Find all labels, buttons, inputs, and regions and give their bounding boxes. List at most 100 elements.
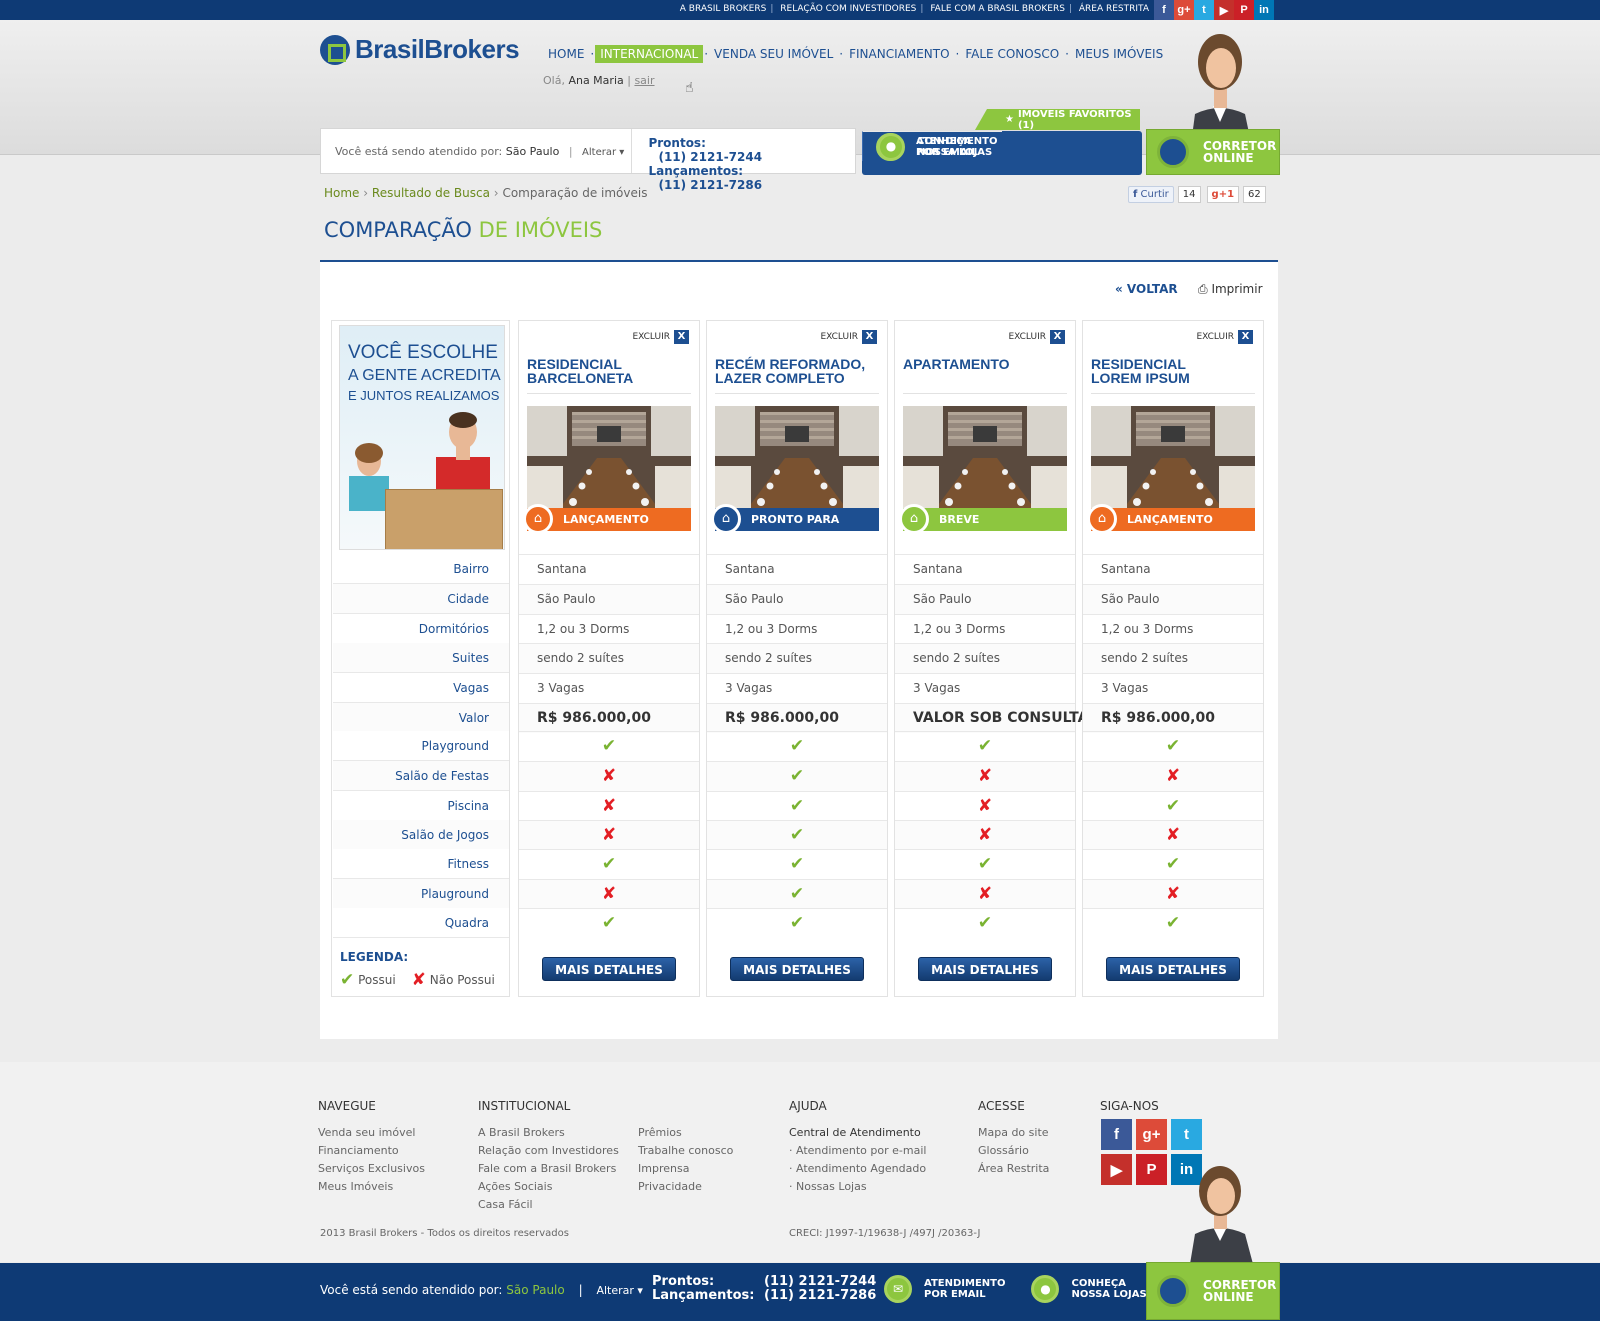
feature-cell: ✘ bbox=[519, 820, 699, 850]
print-button[interactable]: ⎙ Imprimir bbox=[1198, 282, 1263, 297]
footer-link[interactable]: Meus Imóveis bbox=[318, 1178, 425, 1196]
stores-button[interactable]: ● CONHEÇA NOSSA LOJAS bbox=[862, 131, 1002, 161]
favorites-tab[interactable]: ★ IMÓVEIS FAVORITOS (1) bbox=[975, 109, 1140, 130]
logout-link[interactable]: sair bbox=[634, 74, 654, 87]
footer-link[interactable]: Área Restrita bbox=[978, 1160, 1049, 1178]
property-vagas: 3 Vagas bbox=[895, 673, 1075, 703]
separator: · bbox=[955, 47, 960, 61]
more-details-button[interactable]: MAIS DETALHES bbox=[730, 957, 864, 981]
footer-link[interactable]: · Nossas Lojas bbox=[789, 1178, 926, 1196]
row-label: Cidade bbox=[333, 584, 509, 614]
footer-link[interactable]: Venda seu imóvel bbox=[318, 1124, 425, 1142]
top-link-contact[interactable]: FALE COM A BRASIL BROKERS bbox=[930, 4, 1065, 14]
twitter-icon[interactable]: t bbox=[1171, 1119, 1202, 1150]
feature-cell: ✔ bbox=[707, 820, 887, 850]
footer-link[interactable]: Prêmios bbox=[638, 1124, 733, 1142]
footer-link[interactable]: · Atendimento por e-mail bbox=[789, 1142, 926, 1160]
footer-link[interactable]: Fale com a Brasil Brokers bbox=[478, 1160, 638, 1178]
brasil-brokers-logo[interactable]: BrasilBrokers bbox=[320, 34, 520, 65]
exclude-button[interactable]: EXCLUIR X bbox=[1008, 330, 1065, 344]
top-link-brasil-brokers[interactable]: A BRASIL BROKERS bbox=[680, 4, 767, 14]
footer-link[interactable]: Financiamento bbox=[318, 1142, 425, 1160]
google-plus-icon[interactable]: g+ bbox=[1174, 0, 1194, 20]
top-link-investors[interactable]: RELAÇÃO COM INVESTIDORES bbox=[780, 4, 916, 14]
property-bairro: Santana bbox=[519, 554, 699, 584]
facebook-like-button[interactable]: f Curtir bbox=[1128, 186, 1174, 203]
linkedin-icon[interactable]: in bbox=[1254, 0, 1274, 20]
footer-link[interactable]: Privacidade bbox=[638, 1178, 733, 1196]
more-details-button[interactable]: MAIS DETALHES bbox=[1106, 957, 1240, 981]
logo-text-part2: Brokers bbox=[424, 34, 520, 64]
google-plus-button[interactable]: g+1 bbox=[1206, 186, 1240, 203]
row-label: Piscina bbox=[333, 791, 509, 821]
property-vagas: 3 Vagas bbox=[707, 673, 887, 703]
prontos-label: Prontos: bbox=[652, 1274, 715, 1289]
nav-fale-conosco[interactable]: FALE CONOSCO bbox=[960, 45, 1064, 63]
youtube-icon[interactable]: ▶ bbox=[1101, 1154, 1132, 1185]
check-icon: ✔ bbox=[340, 970, 355, 990]
page-title-highlight: DE IMÓVEIS bbox=[478, 218, 603, 242]
breadcrumb-home[interactable]: Home bbox=[324, 186, 359, 200]
footer-link[interactable]: Central de Atendimento bbox=[789, 1124, 926, 1142]
check-icon: ✔ bbox=[977, 913, 993, 933]
footer-link[interactable]: Casa Fácil bbox=[478, 1196, 638, 1214]
pinterest-icon[interactable]: P bbox=[1234, 0, 1254, 20]
footer-link[interactable]: A Brasil Brokers bbox=[478, 1124, 638, 1142]
more-details-button[interactable]: MAIS DETALHES bbox=[542, 957, 676, 981]
property-vagas: 3 Vagas bbox=[519, 673, 699, 703]
property-photo[interactable] bbox=[527, 406, 691, 512]
back-link[interactable]: « VOLTAR bbox=[1115, 282, 1178, 296]
change-city-dropdown[interactable]: Alterar ▾ bbox=[582, 147, 624, 158]
row-label: Dormitórios bbox=[333, 614, 509, 644]
online-broker-button[interactable]: CORRETOR ONLINE bbox=[1146, 129, 1280, 175]
footer-link[interactable]: Mapa do site bbox=[978, 1124, 1049, 1142]
footer-link[interactable]: Imprensa bbox=[638, 1160, 733, 1178]
more-details-button[interactable]: MAIS DETALHES bbox=[918, 957, 1052, 981]
property-photo[interactable] bbox=[715, 406, 879, 512]
exclude-button[interactable]: EXCLUIR X bbox=[632, 330, 689, 344]
close-icon: X bbox=[1050, 330, 1065, 344]
promo-banner[interactable]: VOCÊ ESCOLHE A GENTE ACREDITA E JUNTOS R… bbox=[339, 325, 505, 550]
property-valor: R$ 986.000,00 bbox=[707, 703, 887, 733]
property-suites: sendo 2 suítes bbox=[895, 643, 1075, 673]
online-broker-button[interactable]: CORRETOR ONLINE bbox=[1146, 1262, 1280, 1320]
exclude-button[interactable]: EXCLUIR X bbox=[1196, 330, 1253, 344]
property-photo[interactable] bbox=[903, 406, 1067, 512]
footer-link[interactable]: · Atendimento Agendado bbox=[789, 1160, 926, 1178]
nav-home[interactable]: HOME bbox=[543, 45, 589, 63]
email-support-button[interactable]: ✉ ATENDIMENTOPOR EMAIL bbox=[884, 1275, 1005, 1303]
facebook-icon[interactable]: f bbox=[1101, 1119, 1132, 1150]
check-icon: ✔ bbox=[977, 854, 993, 874]
pinterest-icon[interactable]: P bbox=[1136, 1154, 1167, 1185]
twitter-icon[interactable]: t bbox=[1194, 0, 1214, 20]
footer-link[interactable]: Trabalhe conosco bbox=[638, 1142, 733, 1160]
property-photo[interactable] bbox=[1091, 406, 1255, 512]
change-city-dropdown[interactable]: Alterar ▾ bbox=[596, 1284, 642, 1297]
service-city-info: Você está sendo atendido por: São Paulo … bbox=[321, 145, 631, 158]
feature-cell: ✔ bbox=[895, 731, 1075, 761]
feature-cell: ✔ bbox=[707, 761, 887, 791]
feature-cell: ✔ bbox=[1083, 791, 1263, 821]
nav-internacional[interactable]: INTERNACIONAL bbox=[595, 45, 704, 63]
footer-link[interactable]: Ações Sociais bbox=[478, 1178, 638, 1196]
exclude-button[interactable]: EXCLUIR X bbox=[820, 330, 877, 344]
legend-yes: Possui bbox=[358, 973, 396, 987]
top-link-restricted-area[interactable]: ÁREA RESTRITA bbox=[1079, 4, 1149, 14]
stores-button[interactable]: ● CONHEÇA NOSSA LOJAS bbox=[1031, 1275, 1147, 1303]
nav-financiamento[interactable]: FINANCIAMENTO bbox=[844, 45, 954, 63]
footer-link[interactable]: Relação com Investidores bbox=[478, 1142, 638, 1160]
footer-link[interactable]: Serviços Exclusivos bbox=[318, 1160, 425, 1178]
property-title[interactable]: RESIDENCIAL LOREM IPSUM bbox=[1091, 357, 1255, 394]
property-title[interactable]: RECÉM REFORMADO, LAZER COMPLETO bbox=[715, 357, 879, 394]
google-plus-icon[interactable]: g+ bbox=[1136, 1119, 1167, 1150]
youtube-icon[interactable]: ▶ bbox=[1214, 0, 1234, 20]
page-title: COMPARAÇÃO DE IMÓVEIS bbox=[324, 218, 603, 242]
facebook-icon[interactable]: f bbox=[1154, 0, 1174, 20]
breadcrumb-search[interactable]: Resultado de Busca bbox=[372, 186, 490, 200]
property-title[interactable]: RESIDENCIAL BARCELONETA bbox=[527, 357, 691, 394]
house-logo-icon bbox=[320, 34, 350, 65]
footer-link[interactable]: Glossário bbox=[978, 1142, 1049, 1160]
property-title[interactable]: APARTAMENTO bbox=[903, 357, 1067, 394]
nav-venda-seu-imovel[interactable]: VENDA SEU IMÓVEL bbox=[709, 45, 838, 63]
nav-meus-imoveis[interactable]: MEUS IMÓVEIS bbox=[1070, 45, 1168, 63]
